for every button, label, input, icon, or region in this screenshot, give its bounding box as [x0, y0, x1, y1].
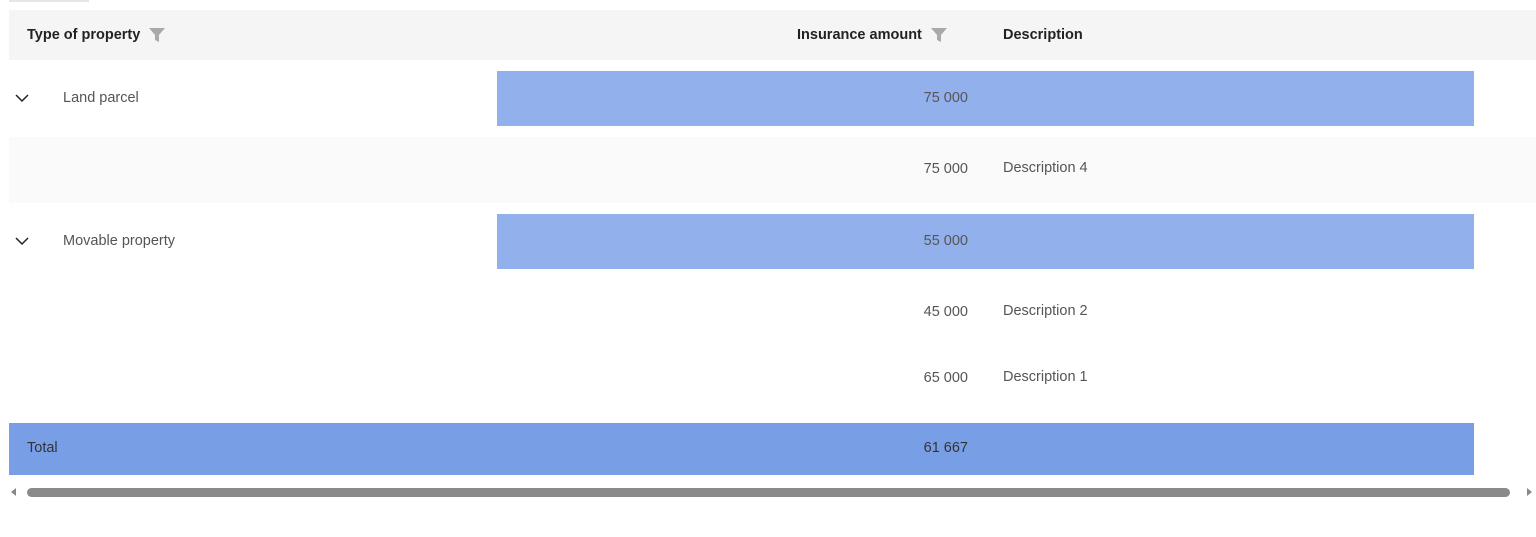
scrollbar-thumb[interactable]	[27, 488, 1510, 497]
column-header-label: Description	[1003, 27, 1083, 43]
group-summary-band	[497, 214, 1474, 269]
chevron-down-icon[interactable]	[15, 234, 29, 248]
table-row[interactable]: 45 000 Description 2	[9, 280, 1536, 346]
group-amount: 55 000	[923, 233, 968, 249]
column-header-label: Insurance amount	[797, 27, 922, 43]
row-description: Description 2	[1003, 303, 1088, 319]
chevron-down-icon[interactable]	[15, 91, 29, 105]
row-description: Description 1	[1003, 369, 1088, 385]
table-row[interactable]: 65 000 Description 1	[9, 346, 1536, 412]
group-summary-band	[497, 71, 1474, 126]
filter-icon[interactable]	[930, 26, 948, 44]
row-amount: 75 000	[923, 161, 968, 177]
total-row: Total 61 667	[9, 423, 1474, 475]
filter-icon[interactable]	[148, 26, 166, 44]
group-row-movable-property[interactable]: Movable property 55 000	[9, 203, 1536, 280]
column-header-type-of-property[interactable]: Type of property	[27, 10, 166, 60]
column-header-description[interactable]: Description	[1003, 10, 1083, 60]
row-description: Description 4	[1003, 160, 1088, 176]
row-amount: 65 000	[923, 370, 968, 386]
table-row[interactable]: 75 000 Description 4	[9, 137, 1536, 203]
group-label: Land parcel	[63, 90, 139, 106]
data-grid: Type of property Insurance amount Descri…	[9, 0, 1536, 537]
top-tab-indicator	[9, 0, 89, 2]
total-amount: 61 667	[923, 440, 968, 456]
group-row-land-parcel[interactable]: Land parcel 75 000	[9, 60, 1536, 137]
scroll-right-arrow-icon[interactable]	[1527, 488, 1532, 496]
group-label: Movable property	[63, 233, 176, 249]
row-amount: 45 000	[923, 304, 968, 320]
column-header-label: Type of property	[27, 27, 141, 43]
total-label: Total	[27, 440, 58, 456]
scroll-left-arrow-icon[interactable]	[11, 488, 16, 496]
horizontal-scrollbar[interactable]	[9, 486, 1536, 500]
column-header-insurance-amount[interactable]: Insurance amount	[797, 10, 948, 60]
group-amount: 75 000	[923, 90, 968, 106]
grid-header: Type of property Insurance amount Descri…	[9, 10, 1536, 60]
